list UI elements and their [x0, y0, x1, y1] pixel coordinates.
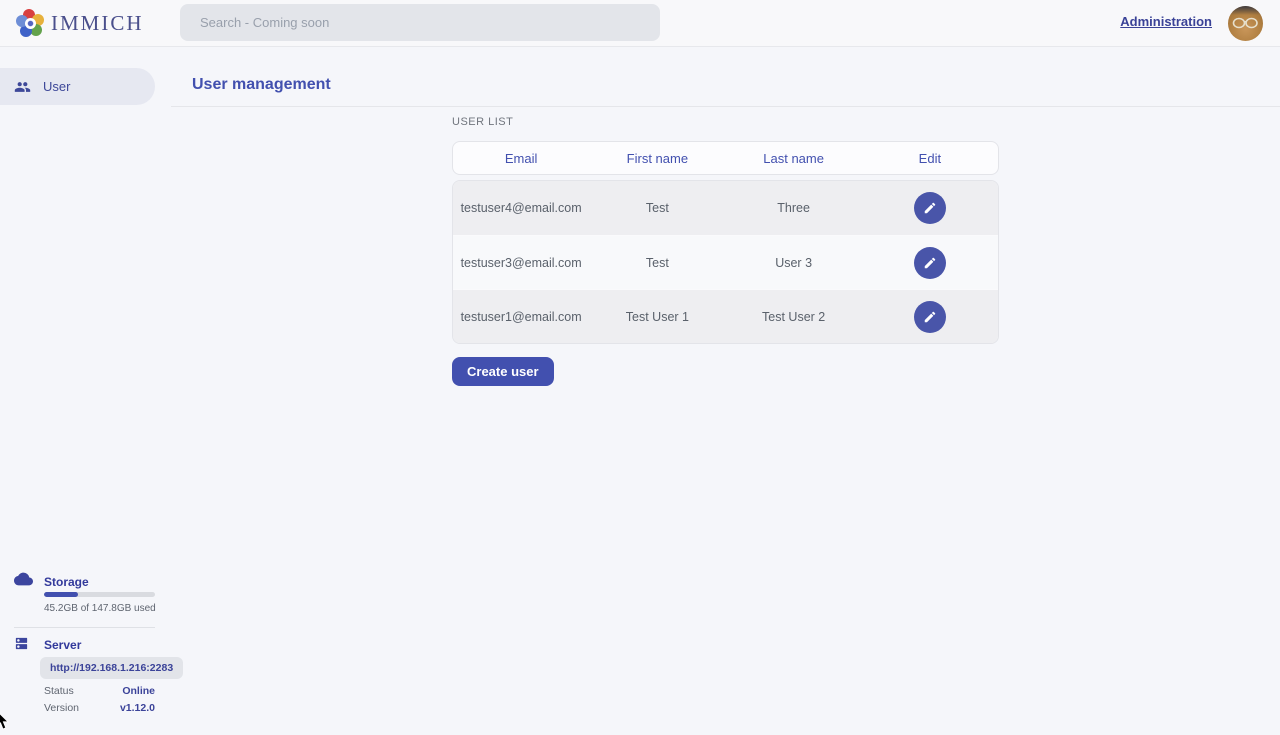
sidebar-item-label: User [43, 79, 70, 94]
pencil-icon [923, 201, 937, 215]
user-list-section: USER LIST Email First name Last name Edi… [452, 116, 999, 386]
table-row: testuser1@email.com Test User 1 Test Use… [453, 289, 998, 343]
logo-text: IMMICH [51, 11, 144, 36]
create-user-button[interactable]: Create user [452, 357, 554, 386]
table-row: testuser3@email.com Test User 3 [453, 235, 998, 289]
cloud-icon [14, 572, 33, 586]
column-header-first-name: First name [589, 151, 725, 166]
user-table-body: testuser4@email.com Test Three testuser3… [452, 180, 999, 344]
column-header-email: Email [453, 151, 589, 166]
panel-divider [14, 627, 155, 628]
pencil-icon [923, 310, 937, 324]
header-divider [171, 106, 1280, 107]
top-nav-bar: IMMICH Administration [0, 0, 1280, 47]
user-first-name-cell: Test User 1 [589, 310, 725, 324]
user-last-name-cell: User 3 [726, 256, 862, 270]
column-header-last-name: Last name [726, 151, 862, 166]
edit-user-button[interactable] [914, 192, 946, 224]
user-last-name-cell: Three [726, 201, 862, 215]
storage-usage-text: 45.2GB of 147.8GB used [44, 603, 156, 614]
page-title: User management [192, 76, 331, 94]
status-value: Online [122, 685, 155, 697]
user-first-name-cell: Test [589, 256, 725, 270]
user-email-cell: testuser4@email.com [453, 201, 589, 215]
sidebar-item-user[interactable]: User [0, 68, 155, 105]
search-bar[interactable] [180, 4, 660, 41]
storage-label: Storage [44, 575, 89, 589]
server-label: Server [44, 638, 81, 652]
section-label: USER LIST [452, 116, 999, 128]
column-header-edit: Edit [862, 151, 998, 166]
user-avatar[interactable] [1228, 6, 1263, 41]
users-icon [14, 80, 31, 94]
server-version-row: Version v1.12.0 [44, 702, 155, 714]
glasses-icon [1232, 16, 1259, 30]
status-label: Status [44, 685, 74, 697]
server-status-row: Status Online [44, 685, 155, 697]
immich-logo[interactable]: IMMICH [16, 9, 144, 38]
table-row: testuser4@email.com Test Three [453, 181, 998, 235]
pencil-icon [923, 256, 937, 270]
user-last-name-cell: Test User 2 [726, 310, 862, 324]
user-first-name-cell: Test [589, 201, 725, 215]
server-icon [14, 636, 29, 651]
user-table-header: Email First name Last name Edit [452, 141, 999, 175]
user-email-cell: testuser1@email.com [453, 310, 589, 324]
immich-flower-icon [16, 9, 45, 38]
avatar-photo-shading [1228, 6, 1263, 15]
search-input[interactable] [180, 4, 660, 41]
edit-user-button[interactable] [914, 301, 946, 333]
administration-link[interactable]: Administration [1120, 14, 1212, 29]
server-url-badge: http://192.168.1.216:2283 [40, 657, 183, 679]
mouse-cursor [0, 711, 13, 735]
version-label: Version [44, 702, 79, 714]
storage-progress-bar [44, 592, 155, 597]
version-value: v1.12.0 [120, 702, 155, 714]
edit-user-button[interactable] [914, 247, 946, 279]
user-email-cell: testuser3@email.com [453, 256, 589, 270]
storage-progress-fill [44, 592, 78, 597]
immich-admin-app: IMMICH Administration User User manageme… [0, 0, 1280, 730]
